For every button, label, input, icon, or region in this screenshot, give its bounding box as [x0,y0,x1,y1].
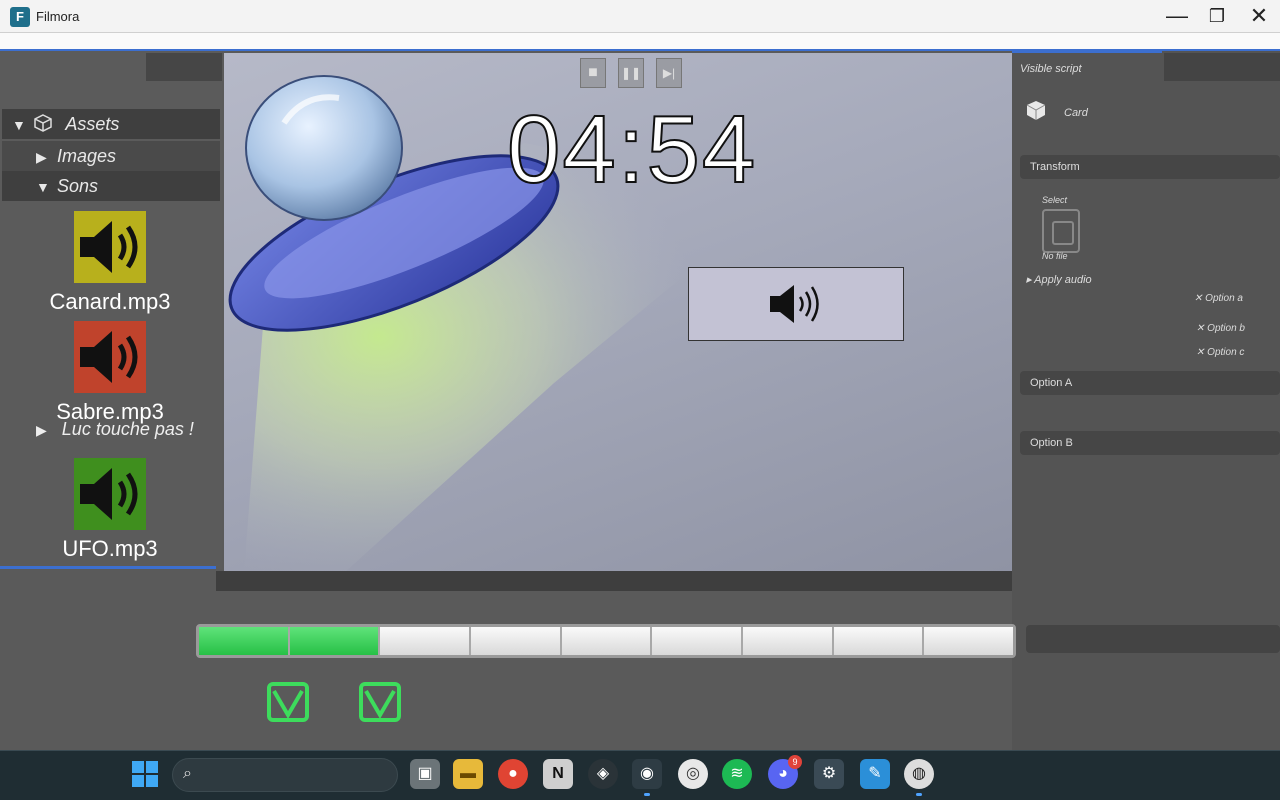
option-item[interactable]: ✕ Option a [1194,293,1243,304]
progress-segment [924,627,1014,655]
title-bar: F Filmora — ❐ ✕ [0,0,1280,33]
asset-label: UFO.mp3 [62,536,158,561]
option-item[interactable]: ✕ Option b [1196,323,1245,334]
taskbar: ⌕ ▣ ▬ ● N ◈ ◉ ◎ ≋ ◕ 9 ⚙ ✎ ◍ [0,750,1280,800]
collapse-arrow-icon[interactable]: ▶ [36,422,47,438]
asset-canard[interactable]: Canard.mp3 [10,211,210,315]
expand-arrow-icon[interactable]: ▼ [12,110,28,140]
cube-icon [34,114,52,132]
progress-segment [380,627,472,655]
settings-app-icon[interactable]: ◎ [678,759,708,789]
tree-label: Images [57,146,117,166]
progress-segment [289,627,381,655]
progress-segment [833,627,925,655]
folder-icon[interactable]: ▬ [453,759,483,789]
play-sound-button[interactable] [688,267,904,341]
spotify-icon[interactable]: ≋ [722,759,752,789]
editor-area: ▼ Assets ▶ Images ▼ Sons Canard.mp3 Sabr… [0,51,1280,750]
scene-viewport[interactable]: ■ ❚❚ ▶| 04:54 [224,53,1012,571]
progress-segment [561,627,653,655]
notification-badge: 9 [788,755,802,769]
window-title: Filmora [36,9,80,24]
menu-bar [0,33,1280,51]
component-name: Card [1064,107,1088,119]
option-a-section[interactable]: Option A [1020,371,1280,395]
progress-segment [652,627,744,655]
progress-bar [196,624,1016,658]
app-icon[interactable]: ◉ [632,759,662,796]
transform-section[interactable]: Transform [1020,155,1280,179]
app-logo-icon: F [10,7,30,27]
stop-button[interactable]: ■ [580,58,606,88]
app-icon[interactable]: ◍ [904,759,934,796]
asset-ufo[interactable]: UFO.mp3 [10,458,210,562]
minimize-button[interactable]: — [1158,2,1196,30]
inspector-tab[interactable] [1164,53,1280,81]
task-view-icon[interactable]: ▣ [410,759,440,789]
speaker-icon [74,458,146,530]
step-button[interactable]: ▶| [656,58,682,88]
progress-segment [471,627,562,655]
field-label: No file [1042,251,1068,261]
discord-icon[interactable]: ◕ 9 [768,755,802,789]
maximize-button[interactable]: ❐ [1198,2,1236,30]
pause-button[interactable]: ❚❚ [618,58,644,88]
panel-divider [0,566,216,569]
countdown-timer: 04:54 [506,95,758,204]
tree-item-sons[interactable]: ▼ Sons [2,171,220,201]
collapse-arrow-icon[interactable]: ▶ [36,142,52,172]
tree-label: Assets [65,114,120,134]
unity-icon[interactable]: ◈ [588,759,618,789]
asset-label: Canard.mp3 [49,289,171,314]
search-icon: ⌕ [183,765,192,782]
tree-label: Sons [57,176,99,196]
close-button[interactable]: ✕ [1240,2,1278,30]
expand-arrow-icon[interactable]: ▼ [36,172,52,202]
cube-icon [1026,101,1046,120]
chrome-icon[interactable]: ● [498,759,528,789]
inspector-field[interactable] [1026,625,1280,653]
checkbox-checked-icon[interactable] [266,681,310,723]
assets-panel: ▼ Assets ▶ Images ▼ Sons Canard.mp3 Sabr… [0,51,222,569]
tree-item-assets[interactable]: ▼ Assets [2,109,220,139]
tree-item-images[interactable]: ▶ Images [2,141,220,171]
gear-icon[interactable]: ⚙ [814,759,844,789]
notion-icon[interactable]: N [543,759,573,789]
option-b-section[interactable]: Option B [1020,431,1280,455]
subitem-label[interactable]: ▸ Apply audio [1026,273,1092,286]
asset-slot[interactable] [1042,209,1080,253]
speaker-icon [74,321,146,393]
asset-sabre[interactable]: Sabre.mp3 [10,321,210,425]
progress-segment [743,627,834,655]
taskbar-search[interactable]: ⌕ [172,758,398,792]
panel-header [146,53,222,81]
option-item[interactable]: ✕ Option c [1196,347,1244,358]
timeline-header [216,571,1012,591]
notes-icon[interactable]: ✎ [860,759,890,789]
speaker-icon [74,211,146,283]
tree-label: Luc touche pas ! [61,419,194,439]
speaker-icon [770,285,819,323]
checkbox-checked-icon[interactable] [358,681,402,723]
panel-divider [1012,51,1162,53]
inspector-header: Visible script [1020,63,1082,75]
field-label: Select [1042,195,1068,205]
start-menu-icon[interactable] [132,761,158,787]
progress-segment [199,627,290,655]
tree-item-subfolder[interactable]: ▶ Luc touche pas ! [36,419,194,440]
